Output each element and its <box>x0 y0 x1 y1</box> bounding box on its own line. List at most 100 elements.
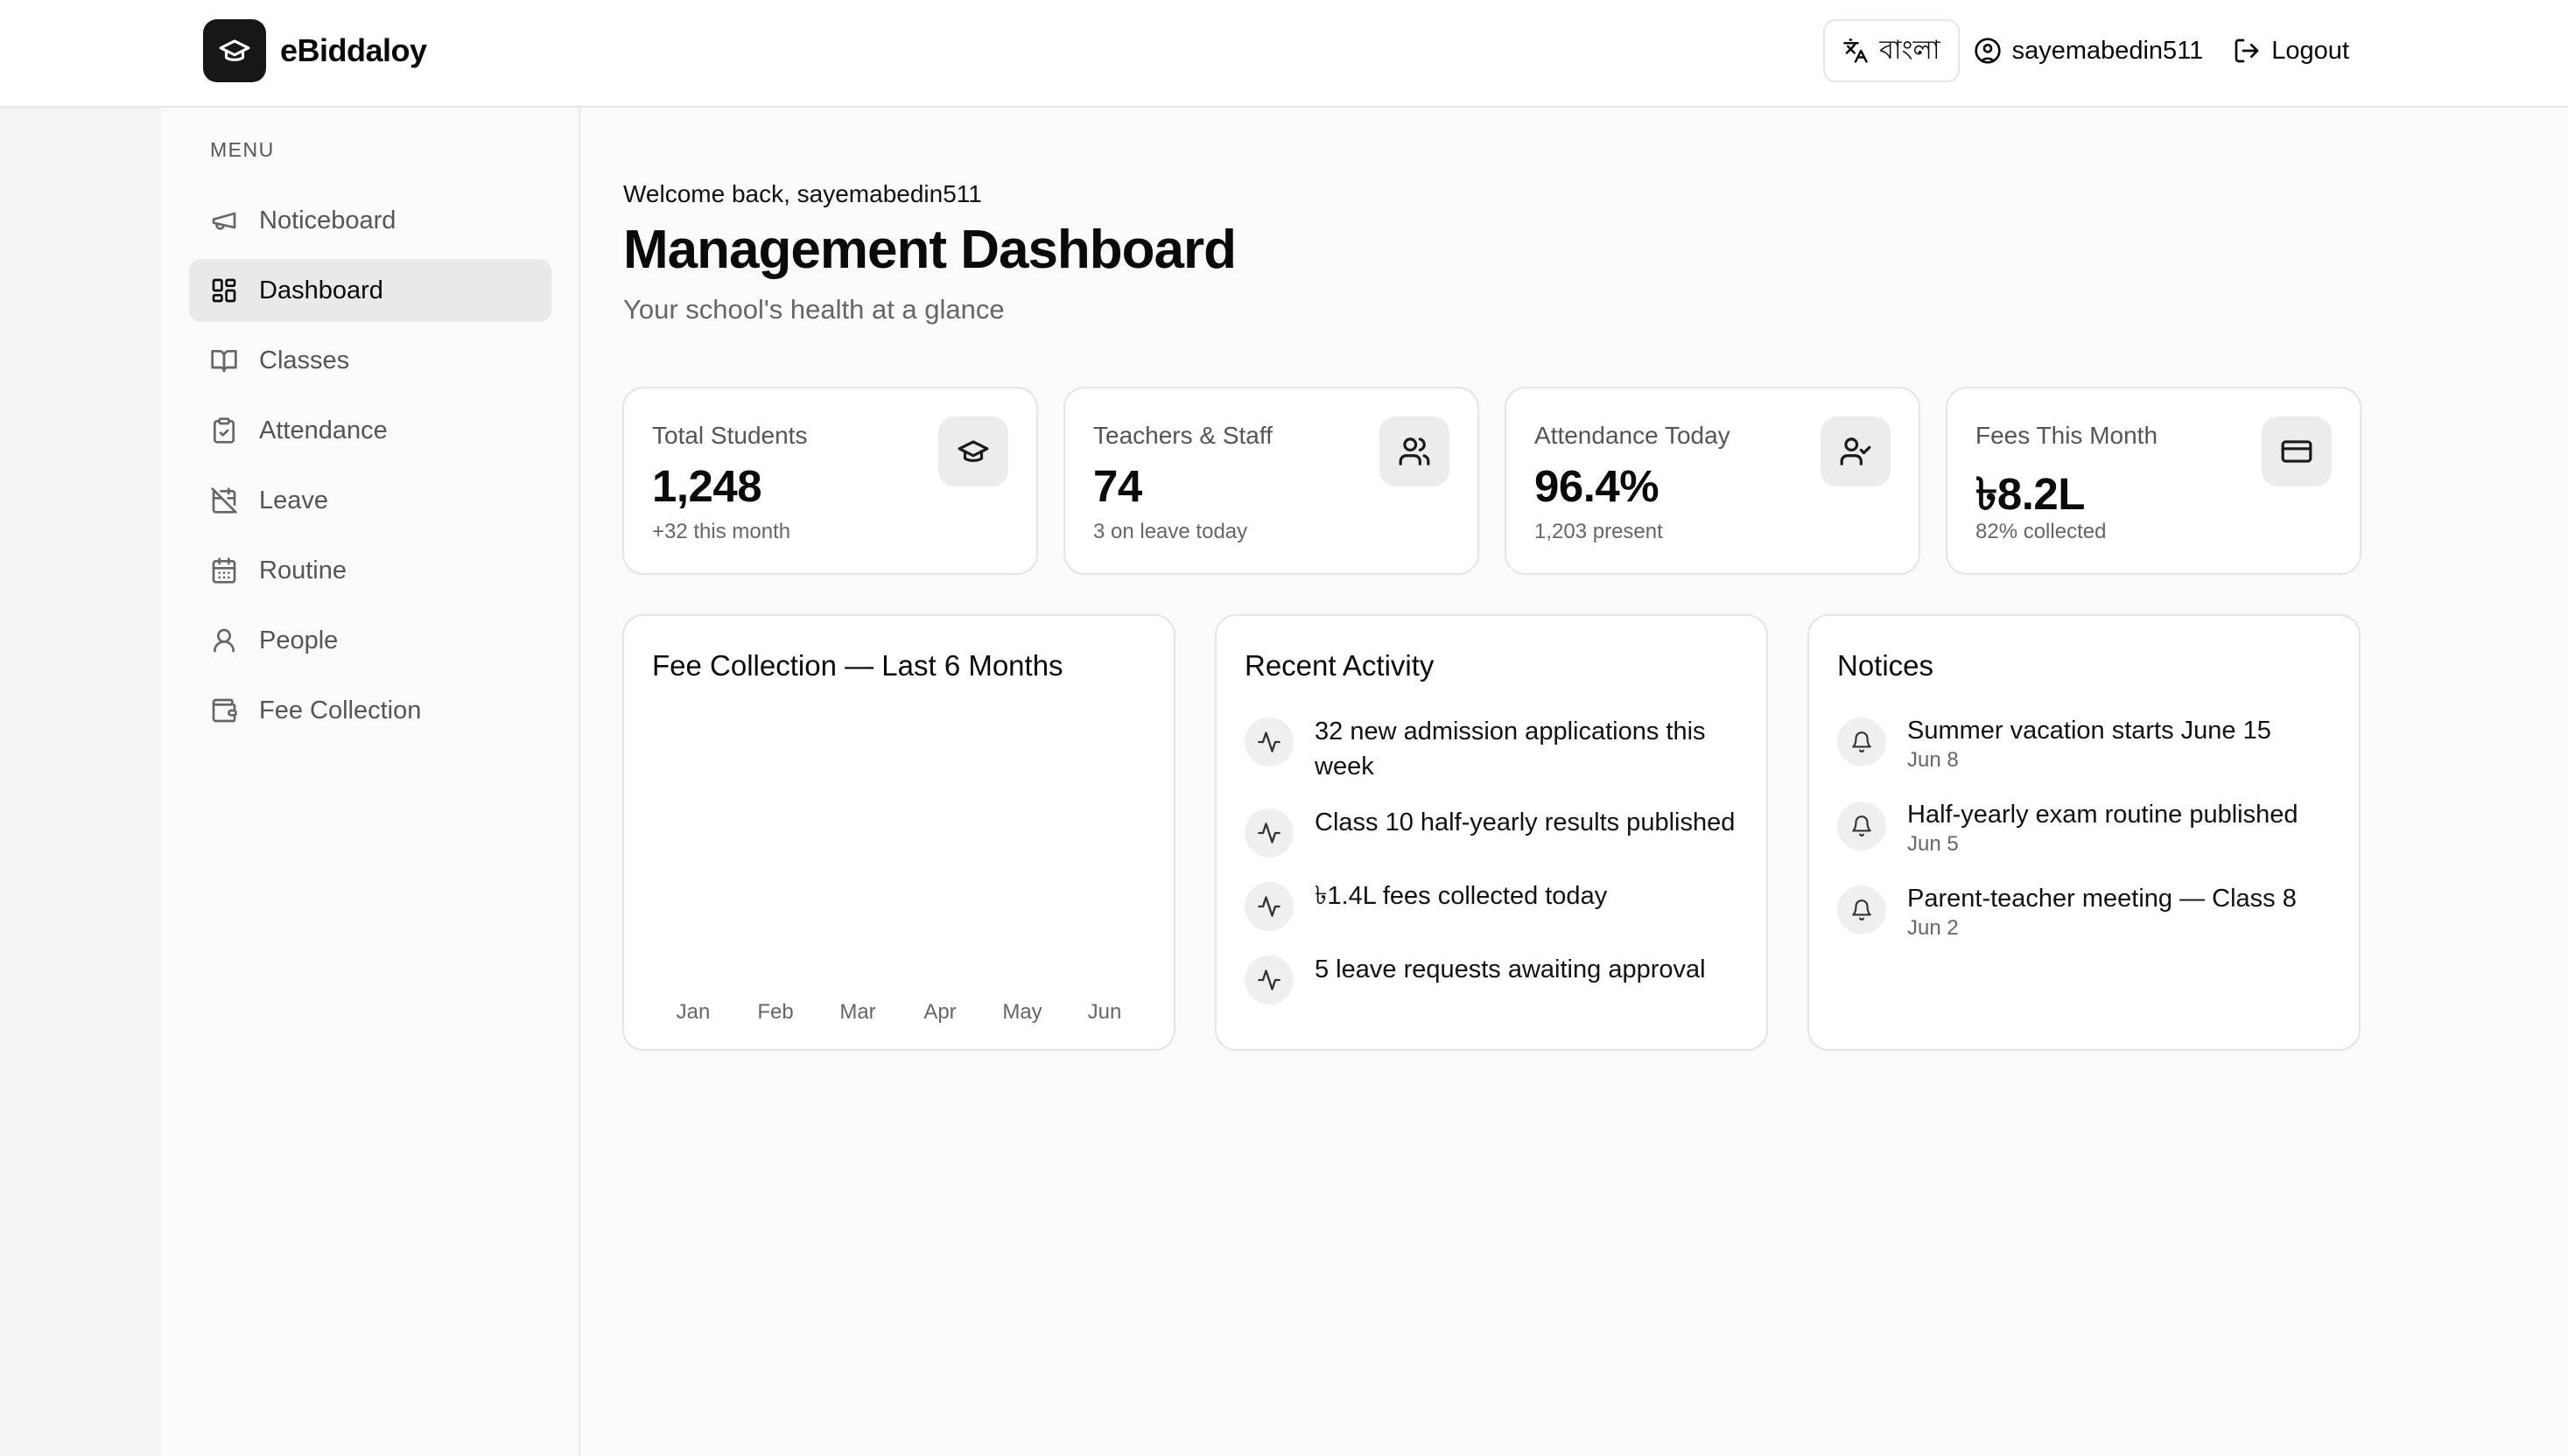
page-title: Management Dashboard <box>623 220 1237 280</box>
activity-text: 32 new admission applications this week <box>1315 718 1706 780</box>
logout-icon <box>2233 37 2261 65</box>
activity-list: 32 new admission applications this week … <box>1245 714 1738 1026</box>
brand[interactable]: eBiddaloy <box>203 19 427 82</box>
notice-date: Jun 8 <box>1907 748 1959 772</box>
sidebar-item-classes[interactable]: Classes <box>189 329 551 392</box>
notice-title: Parent-teacher meeting — Class 8 <box>1907 885 2297 913</box>
megaphone-icon <box>210 206 238 234</box>
notice-list: Summer vacation starts June 15 Jun 8 Hal… <box>1837 714 2331 966</box>
notice-title: Half-yearly exam routine published <box>1907 801 2298 829</box>
stat-subtext: 3 on leave today <box>1093 520 1248 543</box>
stat-card-attendance-today: Attendance Today 96.4% 1,203 present <box>1505 387 1920 575</box>
notice-item[interactable]: Summer vacation starts June 15 Jun 8 <box>1837 714 2331 774</box>
notice-date: Jun 2 <box>1907 916 1959 940</box>
sidebar-item-label: Leave <box>259 486 329 514</box>
bell-icon <box>1837 718 1886 766</box>
user-icon <box>210 626 238 654</box>
panel-title: Fee Collection — Last 6 Months <box>652 649 1063 682</box>
stat-value: 1,248 <box>652 461 762 511</box>
bell-icon <box>1837 886 1886 934</box>
stat-value: 74 <box>1093 461 1142 511</box>
book-icon <box>210 346 238 374</box>
stat-subtext: 1,203 present <box>1534 520 1663 543</box>
stat-value: 96.4% <box>1534 461 1659 511</box>
sidebar-item-label: Attendance <box>259 416 388 444</box>
panel-title: Notices <box>1837 649 1934 682</box>
sidebar-nav: Noticeboard Dashboard Classes Attendance… <box>189 189 551 749</box>
stat-subtext: +32 this month <box>652 520 791 543</box>
stat-label: Teachers & Staff <box>1093 422 1273 449</box>
page-subtitle: Your school's health at a glance <box>623 294 1005 325</box>
activity-text: ৳1.4L fees collected today <box>1315 882 1608 910</box>
activity-text: 5 leave requests awaiting approval <box>1315 956 1706 984</box>
activity-item: ৳1.4L fees collected today <box>1245 878 1738 931</box>
user-check-icon <box>1821 416 1891 486</box>
dashboard-icon <box>210 276 238 304</box>
sidebar-item-fee-collection[interactable]: Fee Collection <box>189 679 551 742</box>
activity-icon <box>1245 718 1294 766</box>
activity-item: Class 10 half-yearly results published <box>1245 805 1738 858</box>
activity-icon <box>1245 956 1294 1004</box>
notice-date: Jun 5 <box>1907 832 1959 856</box>
sidebar-item-routine[interactable]: Routine <box>189 539 551 602</box>
notice-item[interactable]: Half-yearly exam routine published Jun 5 <box>1837 798 2331 858</box>
sidebar-item-label: Noticeboard <box>259 206 396 234</box>
activity-text: Class 10 half-yearly results published <box>1315 808 1736 836</box>
user-circle-icon <box>1974 37 2002 65</box>
sidebar: MENU Noticeboard Dashboard Classes Atten… <box>0 108 580 1456</box>
credit-card-icon <box>2262 416 2332 486</box>
activity-item: 5 leave requests awaiting approval <box>1245 952 1738 1004</box>
sidebar-item-label: Routine <box>259 556 347 584</box>
graduation-cap-icon <box>938 416 1008 486</box>
notices-panel: Notices Summer vacation starts June 15 J… <box>1807 614 2361 1051</box>
stat-subtext: 82% collected <box>1975 520 2107 543</box>
sidebar-item-people[interactable]: People <box>189 609 551 672</box>
sidebar-item-label: People <box>259 626 339 654</box>
fee-chart: Jan Feb Mar Apr May Jun <box>652 994 1146 1029</box>
user-menu[interactable]: sayemabedin511 <box>1974 36 2204 66</box>
panel-title: Recent Activity <box>1245 649 1435 682</box>
x-tick-label: Apr <box>923 1000 956 1024</box>
sidebar-item-dashboard[interactable]: Dashboard <box>189 259 551 322</box>
fee-collection-chart-panel: Fee Collection — Last 6 Months Jan Feb Mar… <box>622 614 1175 1051</box>
clipboard-check-icon <box>210 416 238 444</box>
translate-icon <box>1842 38 1869 64</box>
calendar-off-icon <box>210 486 238 514</box>
logout-label: Logout <box>2271 36 2349 65</box>
graduation-cap-icon <box>203 19 266 82</box>
activity-item: 32 new admission applications this week <box>1245 714 1738 784</box>
activity-icon <box>1245 882 1294 931</box>
users-icon <box>1379 416 1449 486</box>
bell-icon <box>1837 802 1886 850</box>
wallet-icon <box>210 696 238 724</box>
sidebar-item-attendance[interactable]: Attendance <box>189 399 551 462</box>
stat-label: Fees This Month <box>1975 422 2158 449</box>
language-toggle-button[interactable]: বাংলা <box>1823 19 1960 82</box>
stat-label: Attendance Today <box>1534 422 1730 449</box>
welcome-text: Welcome back, sayemabedin511 <box>623 180 982 207</box>
activity-icon <box>1245 808 1294 858</box>
x-tick-label: Jun <box>1088 1000 1122 1024</box>
sidebar-item-label: Fee Collection <box>259 696 422 724</box>
fee-chart-axis: Jan Feb Mar Apr May Jun <box>677 1000 1122 1024</box>
notice-title: Summer vacation starts June 15 <box>1907 717 2271 745</box>
x-tick-label: Mar <box>839 1000 875 1024</box>
menu-label: MENU <box>210 138 275 161</box>
sidebar-item-noticeboard[interactable]: Noticeboard <box>189 189 551 252</box>
stat-card-fees-this-month: Fees This Month ৳8.2L 82% collected <box>1946 387 2361 575</box>
recent-activity-panel: Recent Activity 32 new admission applica… <box>1215 614 1768 1051</box>
logout-button[interactable]: Logout <box>2233 37 2349 66</box>
sidebar-item-label: Classes <box>259 346 350 374</box>
sidebar-item-label: Dashboard <box>259 276 383 304</box>
language-label: বাংলা <box>1879 35 1940 65</box>
stat-card-teachers-staff: Teachers & Staff 74 3 on leave today <box>1063 387 1479 575</box>
x-tick-label: Feb <box>757 1000 793 1024</box>
stat-card-total-students: Total Students 1,248 +32 this month <box>622 387 1038 575</box>
x-tick-label: May <box>1002 1000 1042 1024</box>
notice-item[interactable]: Parent-teacher meeting — Class 8 Jun 2 <box>1837 882 2331 942</box>
x-tick-label: Jan <box>677 1000 711 1024</box>
username: sayemabedin511 <box>2011 36 2204 65</box>
stat-label: Total Students <box>652 422 808 449</box>
app-name: eBiddaloy <box>280 32 427 68</box>
sidebar-item-leave[interactable]: Leave <box>189 469 551 532</box>
